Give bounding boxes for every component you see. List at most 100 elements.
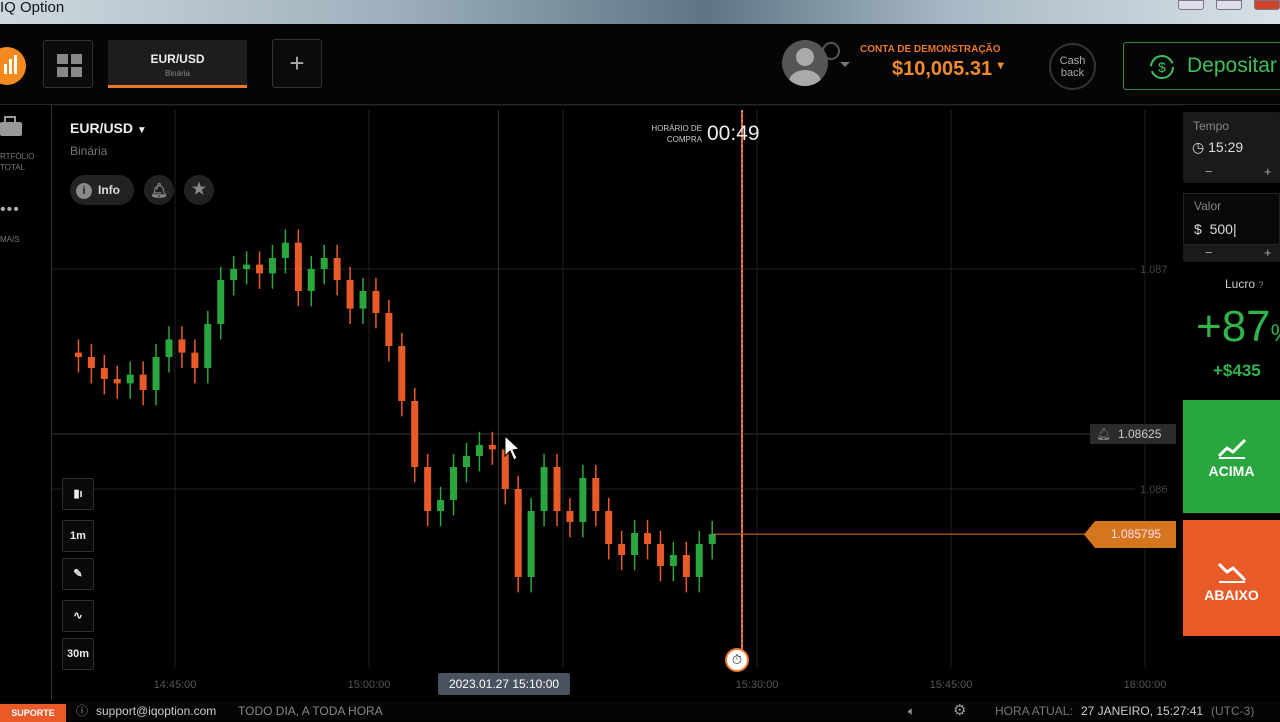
candle: [372, 291, 380, 313]
purchase-time-label: HORÁRIO DE COMPRA: [651, 124, 702, 144]
time-range-button[interactable]: 30m: [62, 638, 94, 670]
settings-gear-icon[interactable]: ⚙: [953, 702, 966, 720]
candle: [100, 368, 108, 379]
x-tick-label: 14:45:00: [154, 679, 197, 691]
candle: [268, 258, 276, 274]
amount-stepper: − +: [1183, 245, 1280, 262]
support-email[interactable]: support@iqoption.com: [96, 702, 216, 720]
alert-bell-button[interactable]: 🔔︎: [144, 175, 174, 205]
current-time-value: 27 JANEIRO, 15:27:41: [1081, 704, 1204, 718]
candle: [243, 264, 251, 269]
candle: [592, 478, 600, 511]
candle: [191, 352, 199, 368]
time-selector[interactable]: Tempo ◷ 15:29 − +: [1183, 112, 1280, 183]
candle: [152, 357, 160, 390]
candle: [656, 544, 664, 566]
favorite-button[interactable]: ★: [184, 175, 214, 205]
candle: [165, 339, 173, 357]
candle: [682, 555, 690, 577]
candle: [126, 374, 134, 384]
candle: [631, 533, 639, 555]
sell-label: ABAIXO: [1204, 587, 1259, 603]
candle: [333, 258, 341, 280]
candle: [178, 339, 186, 353]
candle: [708, 534, 716, 544]
time-minus-button[interactable]: −: [1205, 164, 1213, 179]
time-value: 15:29: [1208, 139, 1244, 155]
buy-label: ACIMA: [1208, 463, 1255, 479]
price-chart[interactable]: 14:45:00 15:00:00 15:30:00 15:45:00 16:00:00…: [0, 0, 1280, 720]
amount-plus-button[interactable]: +: [1264, 245, 1272, 260]
help-icon[interactable]: ?: [1258, 280, 1263, 290]
candle: [320, 258, 328, 269]
time-label: Tempo: [1193, 119, 1230, 133]
chart-type-button[interactable]: ▮ı: [62, 478, 94, 510]
y-tick-label: 1.086: [1140, 484, 1168, 496]
profit-label: Lucro ?: [1225, 277, 1264, 291]
crosshair-time-label: 2023.01.27 15:10:00: [438, 673, 570, 695]
candle: [553, 467, 561, 511]
support-hours: TODO DIA, A TODA HORA: [238, 704, 383, 718]
chart-down-icon: [1217, 562, 1246, 583]
crosshair-price-label: 🔔︎ 1.08625: [1090, 424, 1176, 444]
info-icon: i: [76, 182, 92, 199]
bell-icon: 🔔︎: [150, 182, 168, 198]
chart-up-icon: [1217, 438, 1246, 459]
amount-minus-button[interactable]: −: [1205, 245, 1213, 260]
candle: [424, 467, 432, 511]
candle: [514, 489, 522, 577]
buy-up-button[interactable]: ACIMA: [1183, 400, 1280, 513]
x-tick-label: 16:00:00: [1124, 679, 1167, 691]
candle: [579, 478, 587, 522]
candle: [488, 445, 496, 450]
purchase-countdown: 00:49: [707, 122, 760, 145]
candle: [462, 456, 470, 467]
x-tick-label: 15:30:00: [736, 679, 779, 691]
candle: [139, 374, 147, 390]
amount-value-row: $ 500|: [1194, 221, 1237, 237]
candle: [566, 511, 574, 522]
time-value-row: ◷ 15:29: [1192, 139, 1243, 156]
drawing-tools-button[interactable]: ✎: [62, 558, 94, 590]
current-price-label: 1.085795: [1084, 521, 1176, 548]
star-icon: ★: [191, 181, 207, 198]
help-icon: ⓘ: [76, 704, 89, 718]
amount-label: Valor: [1194, 199, 1222, 213]
info-label: Info: [98, 183, 120, 197]
candle: [87, 357, 95, 368]
support-button[interactable]: SUPORTE: [0, 704, 66, 722]
amount-input[interactable]: Valor $ 500|: [1183, 193, 1280, 245]
candle: [695, 544, 703, 577]
y-tick-label: 1.087: [1140, 264, 1168, 276]
candle: [359, 291, 367, 309]
candle: [230, 269, 238, 280]
amount-value[interactable]: 500: [1210, 221, 1233, 237]
candle: [475, 445, 483, 456]
mute-icon[interactable]: 🔈︎: [908, 702, 915, 720]
candle: [385, 313, 393, 346]
timezone: (UTC-3): [1211, 704, 1255, 718]
candles-icon: ▮ı: [73, 488, 83, 500]
candle: [450, 467, 458, 500]
info-button[interactable]: i Info: [70, 175, 134, 205]
candle: [540, 467, 548, 511]
candle: [669, 555, 677, 566]
time-plus-button[interactable]: +: [1264, 164, 1272, 179]
clock-icon: ◷: [1192, 139, 1205, 155]
candle: [256, 264, 264, 274]
indicator-wave-icon: ∿: [73, 610, 83, 622]
candle: [644, 533, 652, 544]
timeframe-button[interactable]: 1m: [62, 520, 94, 552]
candle: [217, 280, 225, 324]
profit-percent: +87%: [1196, 302, 1280, 351]
candle: [204, 324, 212, 368]
indicators-button[interactable]: ∿: [62, 600, 94, 632]
candle: [113, 379, 121, 384]
candle: [618, 544, 626, 555]
chart-asset-selector[interactable]: EUR/USD ▼: [70, 120, 147, 136]
bell-icon[interactable]: 🔔︎: [1096, 424, 1111, 444]
expiry-timer-icon: ⏱: [725, 648, 749, 672]
sell-down-button[interactable]: ABAIXO: [1183, 520, 1280, 636]
candle: [294, 242, 302, 291]
candle: [605, 511, 613, 544]
